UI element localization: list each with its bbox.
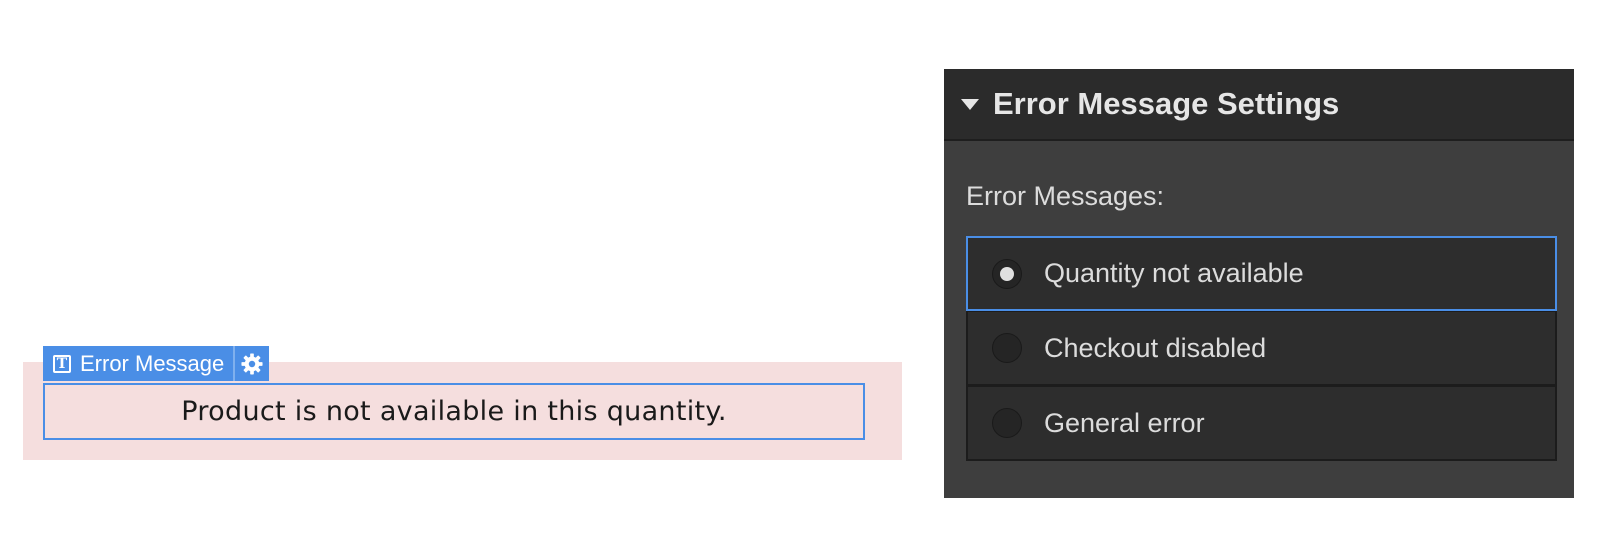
error-message-options: Quantity not available Checkout disabled…: [966, 236, 1557, 461]
gear-icon: [241, 352, 263, 375]
element-settings-button[interactable]: [235, 346, 269, 381]
radio-button[interactable]: [992, 333, 1022, 363]
option-general-error[interactable]: General error: [966, 386, 1557, 461]
option-label: Quantity not available: [1044, 258, 1304, 288]
error-message-text[interactable]: Product is not available in this quantit…: [43, 383, 865, 440]
radio-button[interactable]: [992, 258, 1022, 289]
option-label: General error: [1044, 407, 1205, 438]
panel-header[interactable]: Error Message Settings: [944, 69, 1574, 141]
panel-title: Error Message Settings: [993, 86, 1340, 121]
option-label: Checkout disabled: [1044, 332, 1267, 363]
triangle-down-icon[interactable]: [961, 98, 979, 110]
element-tag-main[interactable]: T Error Message: [43, 346, 233, 381]
radio-button[interactable]: [992, 408, 1022, 438]
text-icon: T: [53, 354, 71, 373]
option-checkout-disabled[interactable]: Checkout disabled: [966, 311, 1557, 386]
radio-selected-dot: [1000, 266, 1014, 281]
element-tag-label: Error Message: [80, 350, 225, 376]
option-quantity-not-available[interactable]: Quantity not available: [966, 236, 1557, 311]
element-tag[interactable]: T Error Message: [43, 346, 270, 381]
error-message-settings-panel: Error Message Settings Error Messages: Q…: [944, 69, 1574, 498]
error-messages-label: Error Messages:: [966, 181, 1165, 211]
